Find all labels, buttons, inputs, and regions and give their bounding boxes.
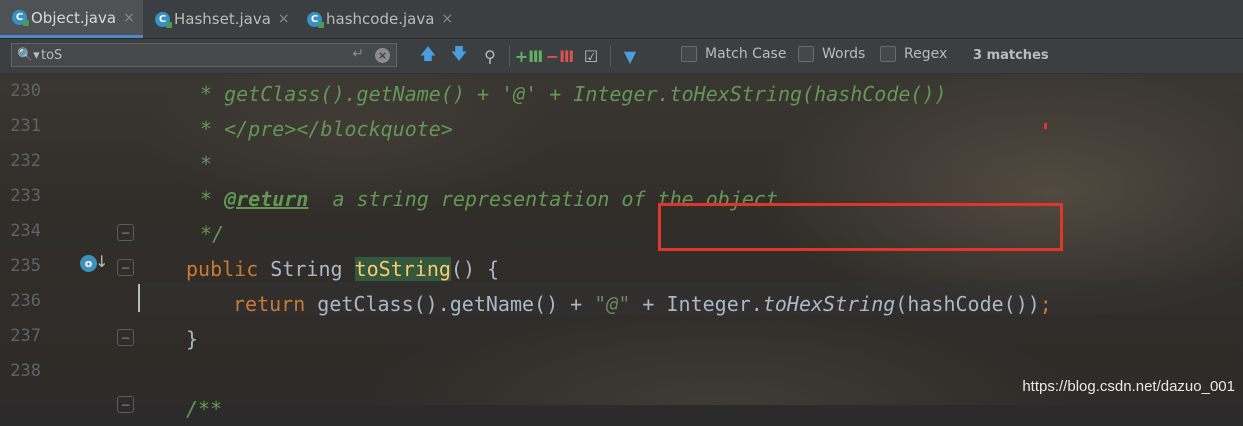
search-history-icon[interactable]: 🔍▾: [17, 48, 41, 63]
keyword-public: public: [186, 257, 271, 281]
checkbox-box[interactable]: [798, 46, 814, 62]
semicolon: ;: [1039, 292, 1052, 316]
code-line-239: /**: [186, 397, 223, 421]
return-type: String: [270, 257, 355, 281]
comment-star: *: [200, 187, 225, 211]
code-line-235: public String toString() {: [186, 252, 499, 286]
add-selection-icon[interactable]: +Ⅲ: [515, 45, 544, 67]
find-toolbar: 🔍▾ ↵ × 🡅 🡇 ⚲ +Ⅲ −Ⅲ ☑ ▼ Match Case Words …: [0, 39, 1243, 74]
code-line-237: }: [186, 327, 199, 351]
newline-icon[interactable]: ↵: [352, 46, 364, 62]
code-line-234: */: [200, 222, 225, 246]
close-icon[interactable]: ×: [441, 11, 453, 27]
text-caret: [138, 284, 140, 312]
code-line-232: *: [200, 152, 213, 176]
select-all-occurrences-icon[interactable]: ☑: [580, 45, 602, 67]
tab-object-java[interactable]: C Object.java ×: [0, 0, 143, 38]
method-signature-rest: () {: [450, 257, 500, 281]
find-all-icon[interactable]: ⚲: [479, 45, 501, 67]
words-checkbox[interactable]: Words: [798, 46, 865, 62]
close-icon[interactable]: ×: [123, 10, 135, 26]
match-count: 3 matches: [973, 48, 1049, 63]
regex-checkbox[interactable]: Regex: [880, 46, 947, 62]
code-text: getClass().getName() +: [317, 292, 595, 316]
static-method-call: toHexString: [762, 292, 896, 316]
code-text: + Integer.: [630, 292, 763, 316]
clear-search-icon[interactable]: ×: [375, 48, 390, 63]
javadoc-return-tag: @return: [224, 187, 309, 211]
code-line-236: return getClass().getName() + "@" + Inte…: [233, 287, 1052, 321]
search-box: 🔍▾ ↵ ×: [11, 43, 397, 67]
annotation-mark: [1044, 123, 1047, 129]
java-class-icon: C: [307, 11, 324, 28]
search-input[interactable]: [41, 47, 341, 63]
string-literal: "@": [594, 292, 631, 316]
code-text: (hashCode()): [895, 292, 1040, 316]
tab-label: Hashset.java: [174, 10, 271, 28]
checkbox-box[interactable]: [681, 46, 697, 62]
tab-bar: C Object.java × C Hashset.java × C hashc…: [0, 0, 1243, 39]
java-class-icon: C: [155, 11, 172, 28]
tab-label: Object.java: [31, 8, 117, 27]
code-line-230: * getClass().getName() + '@' + Integer.t…: [200, 82, 947, 106]
next-occurrence-icon[interactable]: 🡇: [448, 44, 470, 67]
code-line-231: * </pre></blockquote>: [200, 117, 453, 141]
toolbar-divider: [610, 45, 611, 67]
remove-selection-icon[interactable]: −Ⅲ: [546, 45, 575, 67]
match-case-checkbox[interactable]: Match Case: [681, 46, 786, 62]
tab-hashset-java[interactable]: C Hashset.java ×: [146, 0, 294, 38]
toolbar-divider: [509, 45, 510, 67]
keyword-return: return: [233, 292, 318, 316]
search-match-highlight: toString: [354, 257, 451, 281]
words-label: Words: [822, 46, 866, 62]
tab-label: hashcode.java: [326, 10, 435, 28]
close-icon[interactable]: ×: [278, 11, 290, 27]
regex-label: Regex: [904, 46, 948, 62]
watermark: https://blog.csdn.net/dazuo_001: [1022, 378, 1235, 395]
checkbox-box[interactable]: [880, 46, 896, 62]
annotation-box: [658, 203, 1063, 251]
filter-icon[interactable]: ▼: [619, 45, 641, 67]
java-class-icon: C: [12, 10, 29, 26]
tab-hashcode-java[interactable]: C hashcode.java ×: [298, 0, 458, 38]
previous-occurrence-icon[interactable]: 🡅: [417, 44, 439, 67]
match-case-label: Match Case: [705, 46, 787, 62]
